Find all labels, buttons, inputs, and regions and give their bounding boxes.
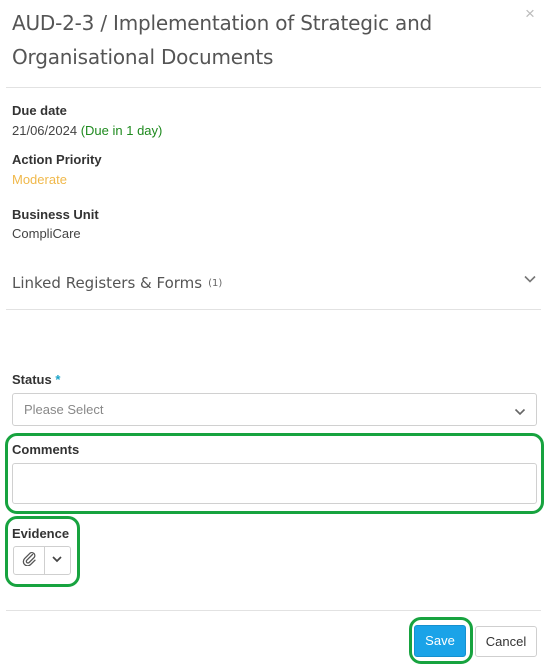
linked-registers-count: (1) (208, 278, 223, 289)
chevron-down-icon (514, 406, 526, 418)
save-button[interactable]: Save (414, 625, 466, 657)
cancel-button[interactable]: Cancel (475, 626, 537, 657)
due-date-value: 21/06/2024 (Due in 1 day) (12, 123, 162, 138)
priority-value: Moderate (12, 172, 67, 187)
chevron-down-icon (51, 552, 63, 570)
required-marker: * (55, 372, 61, 387)
attach-button[interactable] (14, 547, 44, 574)
evidence-label: Evidence (12, 526, 70, 541)
status-select[interactable]: Please Select (12, 393, 537, 426)
status-placeholder: Please Select (24, 402, 104, 417)
title-divider (6, 87, 541, 88)
business-unit-label: Business Unit (12, 207, 99, 222)
chevron-down-icon[interactable] (523, 272, 537, 286)
evidence-dropdown-button[interactable] (43, 547, 70, 574)
evidence-control (13, 546, 71, 575)
footer-divider (6, 610, 541, 611)
comments-input[interactable] (12, 463, 537, 504)
section-divider (6, 309, 541, 310)
comments-label: Comments (12, 442, 80, 457)
due-date-note: (Due in 1 day) (80, 123, 163, 138)
due-date-label: Due date (12, 103, 67, 118)
due-date-text: 21/06/2024 (12, 123, 78, 138)
status-label-text: Status (12, 372, 52, 387)
modal-title: AUD-2-3 / Implementation of Strategic an… (12, 11, 433, 69)
paperclip-icon (21, 550, 37, 571)
status-label: Status * (12, 372, 60, 387)
linked-registers-header[interactable]: Linked Registers & Forms (1) (12, 274, 222, 292)
priority-label: Action Priority (12, 152, 102, 167)
business-unit-value: CompliCare (12, 226, 81, 241)
linked-registers-title: Linked Registers & Forms (12, 274, 203, 292)
close-icon[interactable]: × (521, 5, 539, 23)
